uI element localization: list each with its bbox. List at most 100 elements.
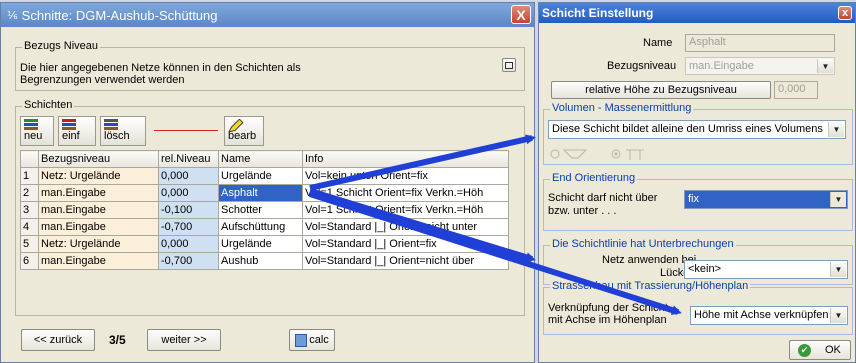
bezugs-niveau-group: Bezugs Niveau Die hier angegebenen Netze… [15, 40, 525, 91]
close-button[interactable]: X [511, 5, 531, 24]
dropdown-arrow-icon: ▼ [830, 308, 846, 323]
header-info[interactable]: Info [302, 150, 509, 168]
cell-rel-niveau[interactable]: -0,100 [158, 201, 219, 219]
cell-rel-niveau[interactable]: -0,700 [158, 252, 219, 270]
unterbrechungen-group: Die Schichtlinie hat Unterbrechungen Net… [543, 238, 853, 285]
relative-hoehe-field[interactable]: 0,000 [774, 81, 818, 99]
bezugsniveau-value: man.Eingabe [689, 60, 754, 72]
calc-icon [295, 333, 308, 347]
volumen-title: Volumen - Massenermittlung [550, 102, 694, 114]
cell-name[interactable]: Asphalt [218, 184, 303, 202]
bezugsniveau-label: Bezugsniveau [607, 60, 677, 72]
cell-name[interactable]: Urgelände [218, 167, 303, 185]
volumen-value: Diese Schicht bildet alleine den Umriss … [552, 123, 823, 135]
cell-bezugsniveau[interactable]: man.Eingabe [38, 218, 159, 236]
schicht-einstellung-titlebar[interactable]: Schicht Einstellung x [539, 3, 855, 23]
header-bezugsniveau[interactable]: Bezugsniveau [38, 150, 159, 168]
table-row[interactable]: 5 Netz: Urgelände 0,000 Urgelände Vol=St… [20, 235, 509, 253]
cell-info[interactable]: Vol=Standard |_| Orient=nicht über [302, 252, 509, 270]
cell-info[interactable]: Vol=1 Schicht Orient=fix Verkn.=Höh [302, 201, 509, 219]
volumen-select[interactable]: Diese Schicht bildet alleine den Umriss … [548, 120, 846, 139]
neu-button[interactable]: neu [20, 116, 54, 146]
ruler-icon: ⅙ [7, 9, 18, 22]
header-name[interactable]: Name [218, 150, 303, 168]
trassierung-label-2: mit Achse im Höhenplan [548, 314, 667, 326]
orient-value: fix [688, 193, 699, 205]
table-row[interactable]: 4 man.Eingabe -0,700 Aufschüttung Vol=St… [20, 218, 509, 236]
dropdown-arrow-icon: ▼ [830, 262, 846, 277]
cell-bezugsniveau[interactable]: man.Eingabe [38, 252, 159, 270]
relative-hoehe-button[interactable]: relative Höhe zu Bezugsniveau [551, 81, 771, 99]
layers-table: Bezugsniveau rel.Niveau Name Info 1 Netz… [20, 150, 509, 270]
cell-name[interactable]: Aufschüttung [218, 218, 303, 236]
name-field[interactable]: Asphalt [685, 34, 835, 52]
schnitte-window: ⅙ Schnitte: DGM-Aushub-Schüttung X Bezug… [0, 2, 535, 363]
trassierung-title: Strassenbau mit Trassierung/Höhenplan [550, 280, 751, 292]
orientierung-title: End Orientierung [550, 172, 638, 184]
cell-bezugsniveau[interactable]: Netz: Urgelände [38, 167, 159, 185]
orient-label-2: bzw. unter . . . [548, 205, 617, 217]
bezugsniveau-select[interactable]: man.Eingabe ▼ [685, 57, 835, 75]
row-number: 1 [20, 167, 39, 185]
orient-select[interactable]: fix ▼ [684, 190, 848, 209]
table-header: Bezugsniveau rel.Niveau Name Info [20, 150, 509, 168]
square-icon [505, 61, 513, 69]
losch-label: lösch [104, 130, 130, 142]
ok-label: OK [825, 344, 841, 356]
luecke-value: <kein> [688, 263, 722, 275]
ok-button[interactable]: ✔ OK [789, 340, 851, 360]
bezugs-description-1: Die hier angegebenen Netze können in den… [20, 62, 301, 74]
cell-info[interactable]: Vol=Standard |_| Orient=nicht unter [302, 218, 509, 236]
schichten-toolbar: neu einf lösch bearb [20, 116, 320, 146]
ok-check-icon: ✔ [798, 343, 811, 357]
cell-bezugsniveau[interactable]: Netz: Urgelände [38, 235, 159, 253]
schnitte-titlebar[interactable]: ⅙ Schnitte: DGM-Aushub-Schüttung X [1, 3, 534, 27]
weiter-button[interactable]: weiter >> [147, 329, 221, 351]
new-layer-icon [24, 119, 38, 130]
page-indicator: 3/5 [109, 333, 126, 347]
cell-name[interactable]: Aushub [218, 252, 303, 270]
neu-label: neu [24, 130, 43, 142]
cell-name[interactable]: Urgelände [218, 235, 303, 253]
cell-rel-niveau[interactable]: 0,000 [158, 184, 219, 202]
window-title: Schnitte: DGM-Aushub-Schüttung [21, 7, 218, 23]
cell-info[interactable]: Vol=Standard |_| Orient=fix [302, 235, 509, 253]
trassierung-value: Höhe mit Achse verknüpfen [694, 309, 829, 321]
trassierung-label-1: Verknüpfung der Schicht [548, 302, 668, 314]
dropdown-arrow-icon: ▼ [830, 192, 846, 207]
bearb-button[interactable]: bearb [224, 116, 264, 146]
edit-pencil-icon [228, 119, 244, 133]
settings-window-title: Schicht Einstellung [542, 6, 654, 20]
cell-rel-niveau[interactable]: 0,000 [158, 167, 219, 185]
insert-layer-icon [62, 119, 76, 130]
cell-bezugsniveau[interactable]: man.Eingabe [38, 184, 159, 202]
cell-bezugsniveau[interactable]: man.Eingabe [38, 201, 159, 219]
zurueck-button[interactable]: << zurück [21, 329, 95, 351]
luecke-label-1: Netz anwenden bei [602, 254, 697, 266]
table-row[interactable]: 1 Netz: Urgelände 0,000 Urgelände Vol=ke… [20, 167, 509, 185]
bezugs-description-2: Begrenzungen verwendet werden [20, 74, 185, 86]
header-rel-niveau[interactable]: rel.Niveau [158, 150, 219, 168]
table-row[interactable]: 6 man.Eingabe -0,700 Aushub Vol=Standard… [20, 252, 509, 270]
red-divider-line [154, 130, 218, 131]
cell-info[interactable]: Vol=1 Schicht Orient=fix Verkn.=Höh [302, 184, 509, 202]
unterbrechungen-title: Die Schichtlinie hat Unterbrechungen [550, 238, 736, 250]
trassierung-group: Strassenbau mit Trassierung/Höhenplan Ve… [543, 280, 853, 335]
row-number: 3 [20, 201, 39, 219]
losch-button[interactable]: lösch [100, 116, 146, 146]
calc-button[interactable]: calc [289, 329, 335, 351]
cell-rel-niveau[interactable]: 0,000 [158, 235, 219, 253]
schicht-einstellung-window: Schicht Einstellung x Name Asphalt Bezug… [538, 2, 856, 363]
settings-close-button[interactable]: x [838, 6, 852, 20]
luecke-select[interactable]: <kein> ▼ [684, 260, 848, 279]
maximize-bezugs-button[interactable] [502, 58, 516, 72]
table-row-selected[interactable]: 2 man.Eingabe 0,000 Asphalt Vol=1 Schich… [20, 184, 509, 202]
einf-button[interactable]: einf [58, 116, 96, 146]
cell-rel-niveau[interactable]: -0,700 [158, 218, 219, 236]
dropdown-arrow-icon: ▼ [817, 59, 833, 73]
table-row[interactable]: 3 man.Eingabe -0,100 Schotter Vol=1 Schi… [20, 201, 509, 219]
einf-label: einf [62, 130, 80, 142]
cell-name[interactable]: Schotter [218, 201, 303, 219]
trassierung-select[interactable]: Höhe mit Achse verknüpfen ▼ [690, 306, 848, 325]
cell-info[interactable]: Vol=kein unten Orient=fix [302, 167, 509, 185]
